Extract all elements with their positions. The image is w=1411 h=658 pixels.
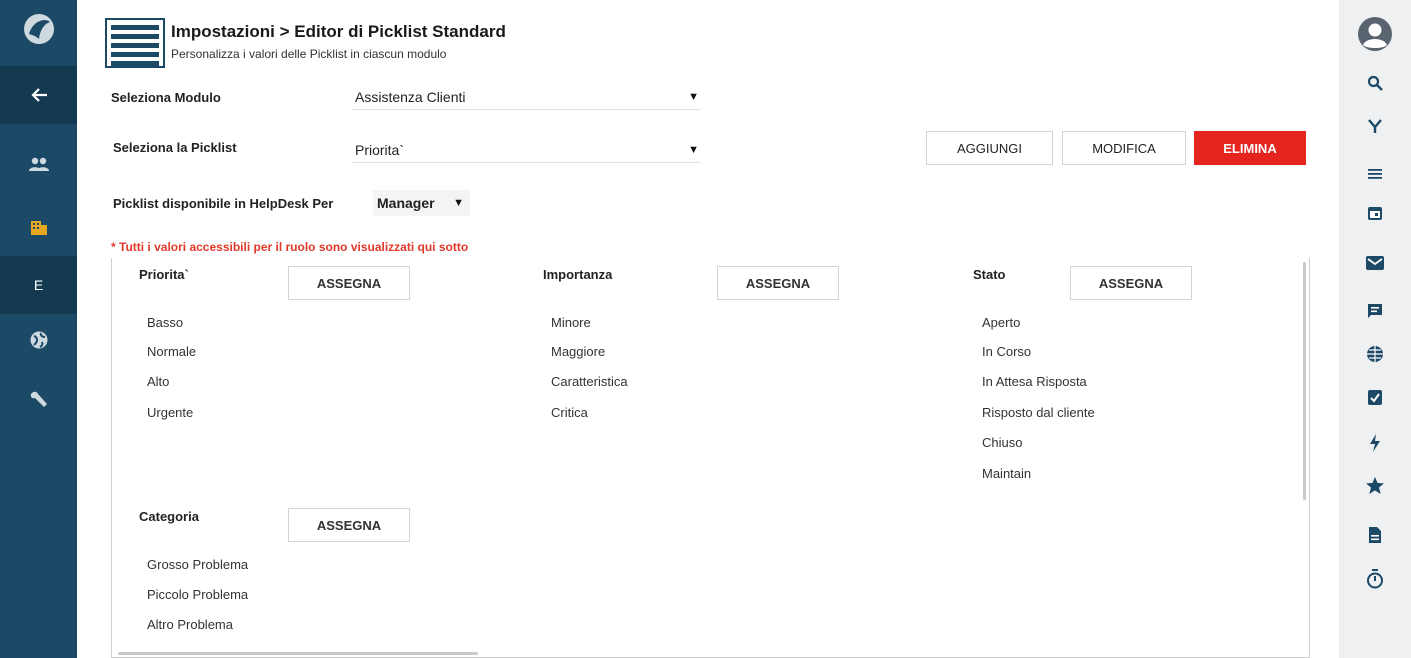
sidebar-item-e[interactable]: E: [0, 256, 77, 314]
assign-button-importanza[interactable]: ASSEGNA: [717, 266, 839, 300]
list-item: Maggiore: [551, 344, 606, 359]
role-label: Picklist disponibile in HelpDesk Per: [113, 196, 334, 211]
lightning-icon: [1370, 434, 1380, 452]
sidebar-item-web[interactable]: [0, 311, 77, 369]
role-select-value: Manager: [377, 195, 435, 211]
list-item: Chiuso: [982, 435, 1023, 450]
list-item: Piccolo Problema: [147, 587, 249, 602]
group-title-stato: Stato: [973, 267, 1006, 282]
picklist-editor-icon: [105, 18, 165, 68]
picklist-select-value: Priorita`: [355, 141, 405, 158]
list-item: Caratteristica: [551, 374, 628, 389]
globe-icon: [30, 331, 47, 349]
group-title-categoria: Categoria: [139, 509, 199, 524]
contacts-icon: [28, 157, 49, 171]
list-button[interactable]: [1339, 161, 1411, 187]
list-item: In Attesa Risposta: [982, 374, 1087, 389]
list-icon: [1368, 169, 1382, 179]
search-button[interactable]: [1339, 70, 1411, 96]
page-subtitle: Personalizza i valori delle Picklist in …: [171, 47, 447, 61]
logo-icon: [23, 14, 54, 44]
filter-button[interactable]: [1339, 113, 1411, 139]
left-sidebar: E: [0, 0, 77, 658]
picklist-label: Seleziona la Picklist: [113, 140, 237, 155]
picklist-values-panel: [111, 258, 1310, 658]
clipboard-check-icon: [1368, 390, 1382, 405]
role-select[interactable]: Manager ▼: [373, 190, 470, 216]
chat-icon: [1368, 304, 1382, 318]
right-sidebar: [1339, 0, 1411, 658]
list-item: Critica: [551, 405, 588, 420]
module-label: Seleziona Modulo: [111, 90, 221, 105]
list-item: Alto: [147, 374, 170, 389]
panel-horizontal-scrollbar[interactable]: [118, 652, 478, 655]
timer-icon: [1367, 569, 1383, 589]
calendar-button[interactable]: [1339, 200, 1411, 226]
organization-icon: [30, 221, 47, 235]
back-arrow-icon: [30, 88, 47, 102]
sidebar-item-organizations[interactable]: [0, 198, 77, 256]
documents-button[interactable]: [1339, 522, 1411, 548]
list-item: Normale: [147, 344, 197, 359]
assign-button-priorita[interactable]: ASSEGNA: [288, 266, 410, 300]
web-button[interactable]: [1339, 341, 1411, 367]
mail-button[interactable]: [1339, 250, 1411, 276]
delete-button[interactable]: ELIMINA: [1194, 131, 1306, 165]
app-logo[interactable]: [0, 0, 77, 58]
dropdown-caret-icon: ▼: [453, 197, 464, 209]
list-item: Basso: [147, 315, 184, 330]
list-item: Urgente: [147, 405, 194, 420]
sidebar-item-contacts[interactable]: [0, 135, 77, 193]
list-item: Grosso Problema: [147, 557, 249, 572]
module-select[interactable]: Assistenza Clienti ▼: [351, 84, 701, 110]
list-item: Aperto: [982, 315, 1021, 330]
filter-icon: [1368, 119, 1382, 133]
star-icon: [1366, 477, 1384, 494]
timer-button[interactable]: [1339, 566, 1411, 592]
list-item: In Corso: [982, 344, 1032, 359]
list-item: Maintain: [982, 466, 1032, 481]
panel-vertical-scrollbar[interactable]: [1303, 262, 1306, 500]
dropdown-caret-icon: ▼: [688, 143, 699, 156]
user-avatar[interactable]: [1339, 14, 1411, 54]
page-title: Impostazioni > Editor di Picklist Standa…: [171, 22, 506, 41]
tasks-button[interactable]: [1339, 384, 1411, 410]
sidebar-item-settings[interactable]: [0, 371, 77, 429]
user-avatar-icon: [1358, 17, 1392, 51]
picklist-select[interactable]: Priorita` ▼: [351, 137, 701, 163]
group-title-importanza: Importanza: [543, 267, 613, 282]
letter-e-icon: E: [33, 277, 44, 293]
list-item: Risposto dal cliente: [982, 405, 1095, 420]
list-item: Altro Problema: [147, 617, 233, 632]
assign-button-categoria[interactable]: ASSEGNA: [288, 508, 410, 542]
search-icon: [1367, 75, 1383, 91]
calendar-icon: [1368, 207, 1382, 220]
module-select-value: Assistenza Clienti: [355, 88, 466, 105]
roles-notice: * Tutti i valori accessibili per il ruol…: [111, 240, 469, 254]
wrench-icon: [30, 391, 47, 407]
group-title-priorita: Priorita`: [139, 267, 189, 282]
list-item: Minore: [551, 315, 591, 330]
back-button[interactable]: [0, 66, 77, 124]
assign-button-stato[interactable]: ASSEGNA: [1070, 266, 1192, 300]
favorites-button[interactable]: [1339, 473, 1411, 499]
document-icon: [1369, 527, 1381, 543]
dropdown-caret-icon: ▼: [688, 90, 699, 103]
add-button[interactable]: AGGIUNGI: [926, 131, 1053, 165]
mail-icon: [1366, 256, 1384, 270]
quick-actions-button[interactable]: [1339, 430, 1411, 456]
chat-button[interactable]: [1339, 298, 1411, 324]
globe-icon: [1367, 346, 1383, 362]
edit-button[interactable]: MODIFICA: [1062, 131, 1186, 165]
